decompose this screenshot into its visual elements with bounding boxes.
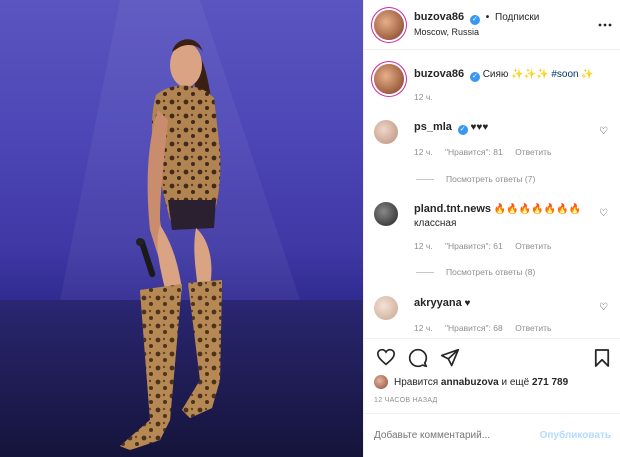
following-button[interactable]: Подписки — [495, 12, 539, 23]
caption-avatar[interactable] — [374, 64, 404, 94]
commenter-avatar[interactable] — [374, 202, 398, 226]
likes-summary: Нравится annabuzova и ещё 271 789 — [374, 375, 568, 389]
caption-username[interactable]: buzova86 — [414, 68, 464, 80]
comment-time[interactable]: 12 ч. — [414, 241, 433, 251]
post-time[interactable]: 12 ЧАСОВ НАЗАД — [374, 397, 438, 404]
view-replies-button[interactable]: Посмотреть ответы (8) — [416, 267, 535, 277]
reply-button[interactable]: Ответить — [515, 323, 551, 333]
commenter-username[interactable]: ps_mla — [414, 121, 452, 133]
like-comment-heart-icon[interactable]: ♡ — [599, 302, 609, 313]
post-panel: buzova86 ✓ • Подписки Moscow, Russia buz… — [363, 0, 620, 457]
comment-likes[interactable]: "Нравится": 68 — [445, 323, 503, 333]
verified-badge-icon: ✓ — [469, 72, 480, 82]
commenter-avatar[interactable] — [374, 296, 398, 320]
author-username[interactable]: buzova86 — [414, 11, 464, 23]
liker-username[interactable]: annabuzova — [441, 377, 499, 388]
like-comment-heart-icon[interactable]: ♡ — [599, 208, 609, 219]
comments-list[interactable]: buzova86 ✓ Сияю ✨✨✨ #soon ✨ 12 ч. ps_mla… — [364, 50, 620, 338]
comment-likes[interactable]: "Нравится": 81 — [445, 147, 503, 157]
comment-text: ♥ — [464, 298, 471, 309]
view-replies-label: Посмотреть ответы (8) — [446, 267, 536, 277]
location-link[interactable]: Moscow, Russia — [414, 25, 539, 39]
save-bookmark-icon[interactable] — [594, 348, 610, 371]
publish-comment-button[interactable]: Опубликовать — [540, 430, 611, 441]
caption-emoji: ✨ — [581, 69, 594, 80]
commenter-avatar[interactable] — [374, 120, 398, 144]
separator-dot: • — [485, 12, 490, 23]
add-comment-input[interactable] — [374, 430, 540, 441]
liker-avatar[interactable] — [374, 375, 388, 389]
comment-text: 🔥🔥🔥🔥🔥🔥🔥 — [493, 204, 581, 215]
verified-badge-icon: ✓ — [457, 125, 468, 135]
caption-time[interactable]: 12 ч. — [414, 92, 433, 102]
likes-middle: и ещё — [501, 376, 530, 388]
commenter-username[interactable]: pland.tnt.news — [414, 203, 491, 215]
performer-figure — [60, 0, 300, 450]
share-paper-plane-icon[interactable] — [440, 348, 460, 371]
post-header: buzova86 ✓ • Подписки Moscow, Russia — [364, 0, 620, 50]
replies-line — [416, 271, 434, 273]
caption-hashtag[interactable]: #soon — [551, 69, 578, 80]
author-avatar[interactable] — [374, 9, 404, 40]
likes-count[interactable]: 271 789 — [532, 377, 568, 388]
comment-text: ♥♥♥ — [470, 122, 489, 133]
post-photo[interactable] — [0, 0, 363, 457]
view-replies-label: Посмотреть ответы (7) — [446, 174, 536, 184]
add-comment-bar: Опубликовать — [364, 413, 620, 457]
commenter-username[interactable]: akryyana — [414, 297, 462, 309]
view-replies-button[interactable]: Посмотреть ответы (7) — [416, 174, 535, 184]
comment-item: pland.tnt.news 🔥🔥🔥🔥🔥🔥🔥 классная 12 ч. "Н… — [364, 202, 620, 253]
like-heart-icon[interactable] — [376, 348, 396, 369]
action-bar — [364, 338, 620, 378]
caption: buzova86 ✓ Сияю ✨✨✨ #soon ✨ 12 ч. — [364, 64, 620, 104]
comment-item: ps_mla ✓ ♥♥♥ 12 ч. "Нравится": 81 Ответи… — [364, 120, 620, 159]
comment-text-line2: классная — [414, 218, 457, 229]
comment-item: akryyana ♥ 12 ч. "Нравится": 68 Ответить… — [364, 296, 620, 335]
comment-likes[interactable]: "Нравится": 61 — [445, 241, 503, 251]
more-options-icon[interactable] — [598, 14, 612, 32]
comment-bubble-icon[interactable] — [408, 348, 428, 371]
reply-button[interactable]: Ответить — [515, 241, 551, 251]
likes-prefix: Нравится — [394, 376, 439, 388]
verified-badge-icon: ✓ — [469, 15, 480, 25]
reply-button[interactable]: Ответить — [515, 147, 551, 157]
comment-time[interactable]: 12 ч. — [414, 147, 433, 157]
comment-time[interactable]: 12 ч. — [414, 323, 433, 333]
caption-text: Сияю ✨✨✨ — [482, 69, 549, 80]
like-comment-heart-icon[interactable]: ♡ — [599, 126, 609, 137]
replies-line — [416, 178, 434, 180]
